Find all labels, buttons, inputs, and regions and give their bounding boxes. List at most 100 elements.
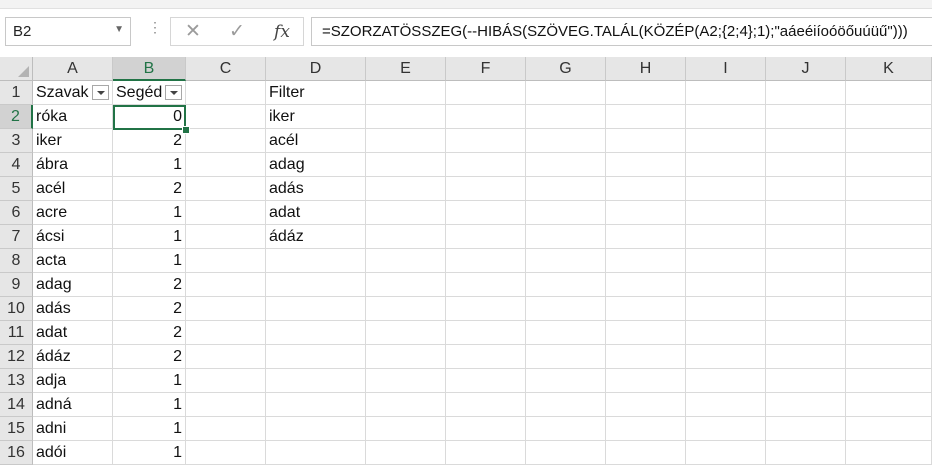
row-header-8[interactable]: 8 xyxy=(0,249,33,273)
cell-c16[interactable] xyxy=(186,441,266,465)
cell-e15[interactable] xyxy=(366,417,446,441)
cell-f4[interactable] xyxy=(446,153,526,177)
cell-d3[interactable]: acél xyxy=(266,129,366,153)
cell-b6[interactable]: 1 xyxy=(113,201,186,225)
row-header-12[interactable]: 12 xyxy=(0,345,33,369)
cell-e4[interactable] xyxy=(366,153,446,177)
cell-h13[interactable] xyxy=(606,369,686,393)
cell-b10[interactable]: 2 xyxy=(113,297,186,321)
cell-h5[interactable] xyxy=(606,177,686,201)
cell-i15[interactable] xyxy=(686,417,766,441)
cell-e7[interactable] xyxy=(366,225,446,249)
cell-i7[interactable] xyxy=(686,225,766,249)
cell-j13[interactable] xyxy=(766,369,846,393)
cell-a10[interactable]: adás xyxy=(33,297,113,321)
column-header-f[interactable]: F xyxy=(446,57,526,81)
cell-g14[interactable] xyxy=(526,393,606,417)
cell-a5[interactable]: acél xyxy=(33,177,113,201)
cell-f9[interactable] xyxy=(446,273,526,297)
row-header-13[interactable]: 13 xyxy=(0,369,33,393)
cell-c8[interactable] xyxy=(186,249,266,273)
grip-icon[interactable]: ⋮ xyxy=(148,20,162,41)
cell-i1[interactable] xyxy=(686,81,766,105)
row-header-10[interactable]: 10 xyxy=(0,297,33,321)
cell-h10[interactable] xyxy=(606,297,686,321)
cell-e14[interactable] xyxy=(366,393,446,417)
chevron-down-icon[interactable]: ▼ xyxy=(114,24,124,35)
cell-c13[interactable] xyxy=(186,369,266,393)
cell-g16[interactable] xyxy=(526,441,606,465)
cell-i12[interactable] xyxy=(686,345,766,369)
column-header-g[interactable]: G xyxy=(526,57,606,81)
enter-icon[interactable]: ✓ xyxy=(219,19,255,45)
row-header-9[interactable]: 9 xyxy=(0,273,33,297)
cell-c7[interactable] xyxy=(186,225,266,249)
cell-i14[interactable] xyxy=(686,393,766,417)
row-header-15[interactable]: 15 xyxy=(0,417,33,441)
cell-f13[interactable] xyxy=(446,369,526,393)
cell-e9[interactable] xyxy=(366,273,446,297)
cell-e2[interactable] xyxy=(366,105,446,129)
row-header-16[interactable]: 16 xyxy=(0,441,33,465)
column-header-k[interactable]: K xyxy=(846,57,932,81)
cell-c10[interactable] xyxy=(186,297,266,321)
column-header-j[interactable]: J xyxy=(766,57,846,81)
cell-j11[interactable] xyxy=(766,321,846,345)
cell-g1[interactable] xyxy=(526,81,606,105)
cell-k9[interactable] xyxy=(846,273,932,297)
cell-i13[interactable] xyxy=(686,369,766,393)
column-header-e[interactable]: E xyxy=(366,57,446,81)
cell-g6[interactable] xyxy=(526,201,606,225)
cell-f12[interactable] xyxy=(446,345,526,369)
cell-g7[interactable] xyxy=(526,225,606,249)
cell-b2[interactable]: 0 xyxy=(113,105,186,129)
cell-f7[interactable] xyxy=(446,225,526,249)
column-header-a[interactable]: A xyxy=(33,57,113,81)
cell-g3[interactable] xyxy=(526,129,606,153)
cell-f1[interactable] xyxy=(446,81,526,105)
cell-h6[interactable] xyxy=(606,201,686,225)
cell-k7[interactable] xyxy=(846,225,932,249)
cell-c3[interactable] xyxy=(186,129,266,153)
cell-b7[interactable]: 1 xyxy=(113,225,186,249)
cell-k10[interactable] xyxy=(846,297,932,321)
row-header-1[interactable]: 1 xyxy=(0,81,33,105)
row-header-11[interactable]: 11 xyxy=(0,321,33,345)
cell-b9[interactable]: 2 xyxy=(113,273,186,297)
cell-h4[interactable] xyxy=(606,153,686,177)
cell-k4[interactable] xyxy=(846,153,932,177)
cell-a3[interactable]: iker xyxy=(33,129,113,153)
cell-k14[interactable] xyxy=(846,393,932,417)
row-header-14[interactable]: 14 xyxy=(0,393,33,417)
cell-k8[interactable] xyxy=(846,249,932,273)
cell-h9[interactable] xyxy=(606,273,686,297)
cell-c6[interactable] xyxy=(186,201,266,225)
cell-k15[interactable] xyxy=(846,417,932,441)
column-header-c[interactable]: C xyxy=(186,57,266,81)
cell-d14[interactable] xyxy=(266,393,366,417)
cell-i16[interactable] xyxy=(686,441,766,465)
cell-k1[interactable] xyxy=(846,81,932,105)
cell-a11[interactable]: adat xyxy=(33,321,113,345)
cell-a2[interactable]: róka xyxy=(33,105,113,129)
cell-h16[interactable] xyxy=(606,441,686,465)
cell-c12[interactable] xyxy=(186,345,266,369)
cell-c11[interactable] xyxy=(186,321,266,345)
cell-g9[interactable] xyxy=(526,273,606,297)
fill-handle[interactable] xyxy=(182,126,190,134)
row-header-7[interactable]: 7 xyxy=(0,225,33,249)
cell-b3[interactable]: 2 xyxy=(113,129,186,153)
cell-f15[interactable] xyxy=(446,417,526,441)
cell-a9[interactable]: adag xyxy=(33,273,113,297)
cell-e11[interactable] xyxy=(366,321,446,345)
cell-k3[interactable] xyxy=(846,129,932,153)
cell-b12[interactable]: 2 xyxy=(113,345,186,369)
cell-i11[interactable] xyxy=(686,321,766,345)
cell-a14[interactable]: adná xyxy=(33,393,113,417)
cell-d8[interactable] xyxy=(266,249,366,273)
cell-g12[interactable] xyxy=(526,345,606,369)
cell-e12[interactable] xyxy=(366,345,446,369)
cell-c1[interactable] xyxy=(186,81,266,105)
cell-d11[interactable] xyxy=(266,321,366,345)
cell-b13[interactable]: 1 xyxy=(113,369,186,393)
